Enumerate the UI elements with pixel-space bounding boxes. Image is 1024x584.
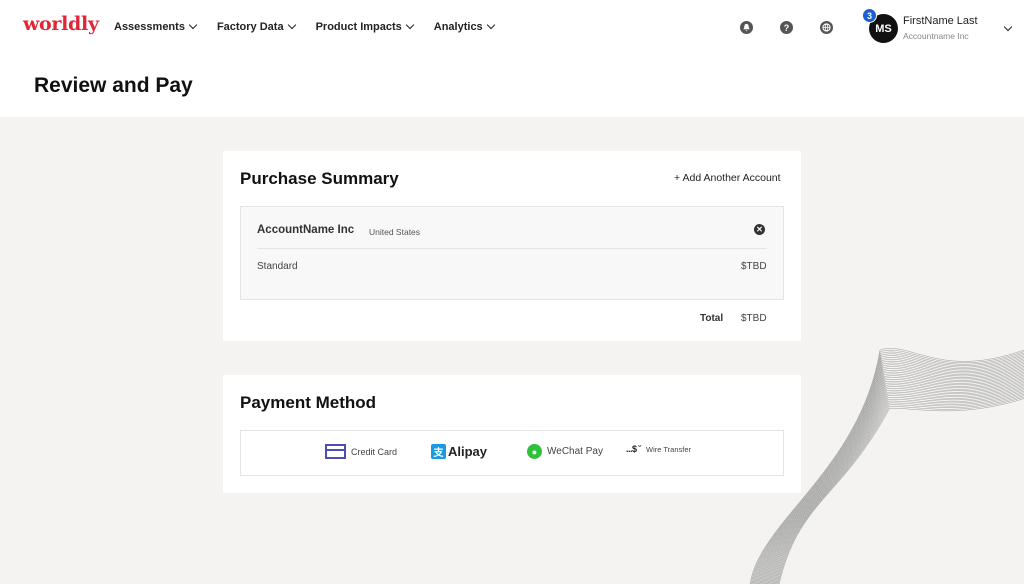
wechat-icon: ● xyxy=(527,444,542,459)
chevron-down-icon xyxy=(405,20,415,30)
globe-icon[interactable] xyxy=(820,21,833,34)
chevron-down-icon xyxy=(188,20,198,30)
wave-line xyxy=(771,386,1024,584)
plan-price: $TBD xyxy=(741,261,767,272)
payment-options-box xyxy=(240,430,784,476)
nav-label: Assessments xyxy=(114,21,185,33)
wave-line xyxy=(762,371,1024,584)
alipay-icon: 支 xyxy=(431,444,446,459)
wave-line xyxy=(769,382,1024,584)
user-name[interactable]: FirstName Last xyxy=(903,15,978,27)
payment-option-label: Wire Transfer xyxy=(646,444,692,454)
payment-option-label: WeChat Pay xyxy=(547,446,603,457)
account-name: AccountName Inc xyxy=(257,224,355,236)
wave-line xyxy=(770,383,1024,584)
user-menu-chevron-icon[interactable] xyxy=(1003,22,1013,32)
nav-label: Analytics xyxy=(433,21,483,33)
chevron-down-icon xyxy=(486,20,495,30)
account-line-item xyxy=(240,206,784,300)
nav-product-impacts[interactable]: Product Impacts xyxy=(315,20,415,33)
payment-method-title: Payment Method xyxy=(240,393,377,412)
purchase-summary-title: Purchase Summary xyxy=(240,169,399,188)
credit-card-option[interactable]: Credit Card xyxy=(325,444,397,459)
main-nav: Assessments Factory Data Product Impacts… xyxy=(114,20,515,33)
chevron-down-icon xyxy=(287,20,296,30)
nav-assessments[interactable]: Assessments xyxy=(114,20,198,33)
wave-line xyxy=(773,389,1024,584)
user-organization: Accountname Inc xyxy=(903,31,969,41)
wave-line xyxy=(766,377,1024,584)
plan-name: Standard xyxy=(257,261,298,272)
wire-transfer-option[interactable]: ...$ ˘ Wire Transfer xyxy=(626,444,691,454)
wave-line xyxy=(762,370,1024,584)
nav-label: Product Impacts xyxy=(315,21,402,33)
alipay-option[interactable]: 支 Alipay xyxy=(431,444,487,459)
top-navigation-bar: worldly Assessments Factory Data Product… xyxy=(0,0,1024,58)
remove-account-close-icon[interactable]: ✕ xyxy=(754,224,765,235)
notifications-icon[interactable] xyxy=(740,21,753,34)
wave-line xyxy=(768,380,1024,584)
wave-line xyxy=(770,385,1024,584)
wechat-pay-option[interactable]: ● WeChat Pay xyxy=(527,444,603,459)
nav-label: Factory Data xyxy=(216,21,284,33)
divider xyxy=(257,248,767,249)
total-value: $TBD xyxy=(741,313,767,324)
nav-factory-data[interactable]: Factory Data xyxy=(216,20,296,33)
wire-transfer-icon: ...$ ˘ xyxy=(626,444,642,454)
payment-option-label: Credit Card xyxy=(351,446,398,457)
payment-option-label: Alipay xyxy=(448,444,488,459)
credit-card-icon xyxy=(325,444,346,459)
nav-analytics[interactable]: Analytics xyxy=(433,20,495,33)
worldly-logo[interactable]: worldly xyxy=(23,13,99,35)
wave-line xyxy=(767,379,1024,584)
page-title: Review and Pay xyxy=(34,74,193,97)
account-country: United States xyxy=(369,227,421,237)
total-label: Total xyxy=(700,313,724,324)
notification-count-badge: 3 xyxy=(862,8,877,23)
wave-line xyxy=(772,387,1024,584)
add-another-account-link[interactable]: + Add Another Account xyxy=(674,172,781,184)
help-icon[interactable]: ? xyxy=(780,21,793,34)
